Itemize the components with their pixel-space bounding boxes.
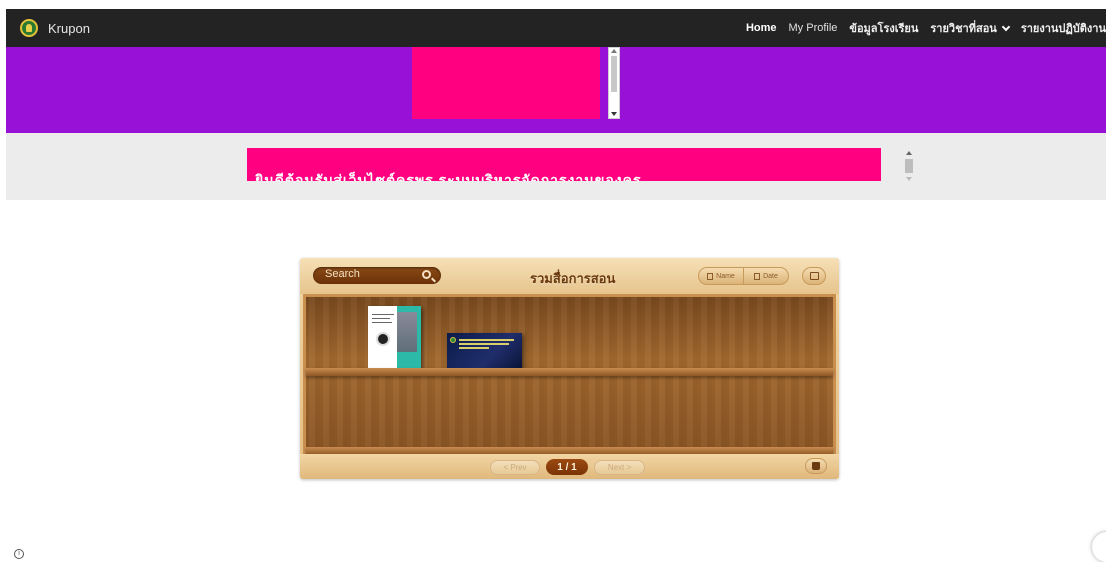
floating-action-button[interactable] (1092, 532, 1106, 562)
embed-scrollbar[interactable] (608, 47, 620, 119)
brand-name: Krupon (48, 20, 90, 36)
pagination: < Prev 1 / 1 Next > (490, 459, 645, 475)
theme-button[interactable] (805, 458, 827, 474)
sort-date-label: Date (763, 272, 778, 280)
shelf-plank (306, 368, 833, 376)
prev-page-button[interactable]: < Prev (490, 459, 540, 475)
nav-item-home[interactable]: Home (746, 22, 777, 34)
bookshelf-footer: < Prev 1 / 1 Next > (300, 454, 839, 479)
bookshelf-title: รวมสื่อการสอน (530, 271, 616, 286)
announcement-band: ยินดีต้อนรับสู่เว็บไซต์ครูพร ระบบบริหารจ… (6, 133, 1106, 200)
cover-photo (397, 312, 417, 352)
calendar-icon (754, 272, 761, 280)
purple-banner (6, 47, 1106, 133)
nav-item-school-info[interactable]: ข้อมูลโรงเรียน (849, 19, 918, 37)
bookshelf-cabinet (303, 294, 836, 455)
cover-title-line (459, 343, 509, 345)
sort-name-label: Name (716, 272, 735, 280)
bookshelf-search-input[interactable]: Search (313, 267, 441, 284)
cover-title-line (372, 318, 390, 319)
cover-logo-icon (450, 337, 456, 343)
search-label: Search (325, 268, 360, 280)
book-cover-2[interactable] (447, 333, 522, 370)
school-logo-icon (20, 19, 38, 37)
sort-by-name-button[interactable]: Name (699, 268, 743, 284)
sort-name-icon (707, 272, 714, 280)
page-indicator: 1 / 1 (546, 459, 588, 475)
search-icon[interactable] (422, 270, 431, 279)
next-page-button[interactable]: Next > (594, 459, 645, 475)
cover-title-line (459, 347, 489, 349)
sort-by-date-button[interactable]: Date (743, 268, 788, 284)
announcement-marquee: ยินดีต้อนรับสู่เว็บไซต์ครูพร ระบบบริหารจ… (247, 148, 881, 181)
share-icon (810, 272, 819, 280)
cover-title-line (372, 322, 392, 323)
top-navbar: Krupon Home My Profile ข้อมูลโรงเรียน รา… (6, 9, 1106, 47)
nav-menu: Home My Profile ข้อมูลโรงเรียน รายวิชาที… (734, 9, 1106, 47)
scroll-down-arrow-icon[interactable] (611, 112, 617, 116)
pink-embed-box (412, 47, 600, 119)
nav-item-subjects[interactable]: รายวิชาที่สอน (930, 19, 1011, 37)
nav-item-work-report[interactable]: รายงานปฏิบัติงาน (1021, 19, 1106, 37)
cover-title-line (459, 339, 514, 341)
page: Krupon Home My Profile ข้อมูลโรงเรียน รา… (0, 0, 1106, 562)
nav-item-my-profile[interactable]: My Profile (789, 22, 838, 34)
scroll-up-arrow-icon[interactable] (611, 49, 617, 53)
scroll-up-arrow-icon[interactable] (906, 151, 912, 155)
book-cover-1[interactable] (368, 306, 421, 369)
bookshelf-widget: Search รวมสื่อการสอน Name Date < Prev 1 … (300, 258, 839, 479)
shirt-icon (812, 462, 820, 470)
brand[interactable]: Krupon (20, 19, 90, 37)
marquee-text: ยินดีต้อนรับสู่เว็บไซต์ครูพร ระบบบริหารจ… (255, 172, 642, 181)
share-button[interactable] (802, 267, 826, 285)
info-icon[interactable]: i (14, 549, 24, 559)
scroll-down-arrow-icon[interactable] (906, 177, 912, 181)
scroll-thumb[interactable] (611, 56, 617, 92)
nav-item-subjects-label: รายวิชาที่สอน (930, 23, 997, 35)
sort-toggle: Name Date (698, 267, 789, 285)
cover-emblem-icon (376, 332, 390, 346)
marquee-scrollbar[interactable] (904, 151, 914, 181)
cover-title-line (372, 314, 394, 315)
chevron-down-icon (1001, 22, 1011, 31)
scroll-thumb[interactable] (905, 159, 913, 173)
bookshelf-toolbar: Search รวมสื่อการสอน Name Date (300, 258, 839, 294)
